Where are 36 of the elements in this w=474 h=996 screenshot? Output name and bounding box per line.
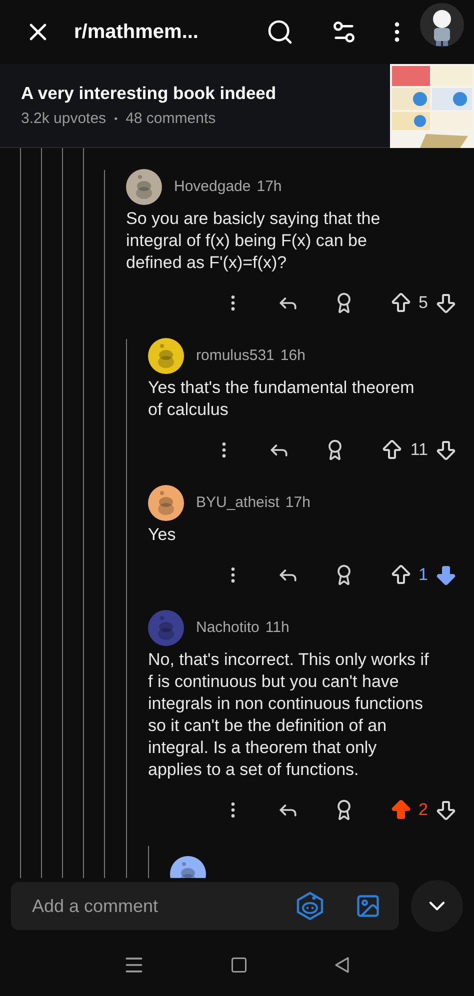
vote-count: 11 — [410, 439, 428, 462]
user-avatar — [148, 485, 184, 521]
separator-dot: • — [114, 113, 118, 128]
post-title[interactable]: A very interesting book indeed — [21, 80, 390, 106]
comment-time: 11h — [265, 618, 290, 638]
image-icon[interactable] — [355, 893, 381, 919]
comment-text: Yes that's the fundamental theorem of calculus — [148, 377, 416, 421]
username[interactable]: Nachotito — [196, 616, 260, 640]
vote-count: 1 — [418, 564, 428, 586]
username[interactable]: BYU_atheist — [196, 492, 280, 514]
upvote-count: 3.2k upvotes — [21, 109, 106, 130]
comment-count: 48 comments — [126, 109, 216, 130]
back-icon[interactable] — [333, 956, 352, 974]
comment-time: 17h — [285, 492, 310, 513]
comment-input[interactable]: Add a comment — [11, 882, 399, 930]
user-avatar — [126, 169, 162, 205]
comment-time: 16h — [280, 346, 306, 366]
home-icon[interactable] — [230, 956, 248, 974]
user-avatar — [148, 610, 184, 646]
user-avatar — [148, 338, 184, 374]
comment-text: Yes — [148, 524, 177, 546]
username[interactable]: Hovedgade — [174, 176, 251, 198]
downvote-icon[interactable] — [434, 438, 458, 462]
downvote-icon[interactable] — [434, 798, 458, 822]
comment-time: 17h — [256, 176, 282, 197]
username[interactable]: romulus531 — [196, 344, 274, 368]
profile-avatar[interactable] — [420, 3, 464, 47]
comment-text: No, that's incorrect. This only works if f is continuous but you can't have integrals in non continuous functions so it can't be the definition of an integral. Is a theorem that only applies to a set of functions. — [148, 649, 430, 781]
subreddit-title[interactable]: r/mathmem... — [74, 17, 198, 47]
vote-count: 5 — [418, 292, 428, 314]
comment-text: So you are basicly saying that the integral of f(x) being F(x) can be defined as F'(x)=f(x)? — [126, 208, 382, 274]
snoo-avatar-icon[interactable] — [295, 891, 325, 921]
search-icon[interactable] — [266, 18, 294, 46]
downvote-icon[interactable] — [434, 291, 458, 315]
vote-count: 2 — [418, 799, 428, 822]
downvote-icon[interactable] — [434, 563, 458, 587]
